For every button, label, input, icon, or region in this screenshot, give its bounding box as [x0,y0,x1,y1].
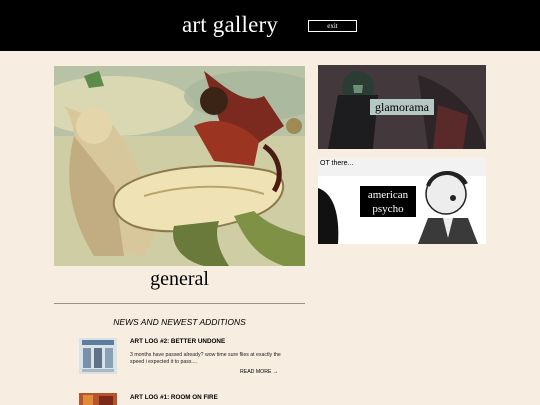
post-thumbnail[interactable] [79,338,117,374]
site-title: art gallery [182,12,279,37]
exit-button[interactable]: exit [308,20,357,32]
american-psycho-card-label[interactable]: american psycho [360,186,416,217]
post-thumbnail-art [79,338,117,374]
general-artwork [54,66,305,266]
header-bar: art gallery exit [0,0,540,51]
news-post: ART LOG #2: BETTER UNDONE 3 months have … [79,338,289,380]
post-title[interactable]: ART LOG #1: ROOM ON FIRE [130,394,218,401]
post-title[interactable]: ART LOG #2: BETTER UNDONE [130,338,225,345]
news-heading: NEWS AND NEWEST ADDITIONS [113,317,246,327]
section-divider [54,303,305,304]
post-excerpt: 3 months have passed already? wow time s… [130,352,281,365]
news-post: ART LOG #1: ROOM ON FIRE [79,393,289,405]
glamorama-gallery-card[interactable]: glamorama [318,65,486,149]
general-gallery-label[interactable]: general [54,268,305,291]
glamorama-card-label[interactable]: glamorama [370,99,434,115]
post-thumbnail[interactable] [79,393,117,405]
post-thumbnail-art [79,393,117,405]
read-more-link[interactable]: READ MORE → [240,369,278,375]
american-psycho-caption-fragment: OT there... [320,160,354,167]
american-psycho-gallery-card[interactable]: OT there... american psycho [318,158,486,244]
general-gallery-image[interactable] [54,66,305,266]
